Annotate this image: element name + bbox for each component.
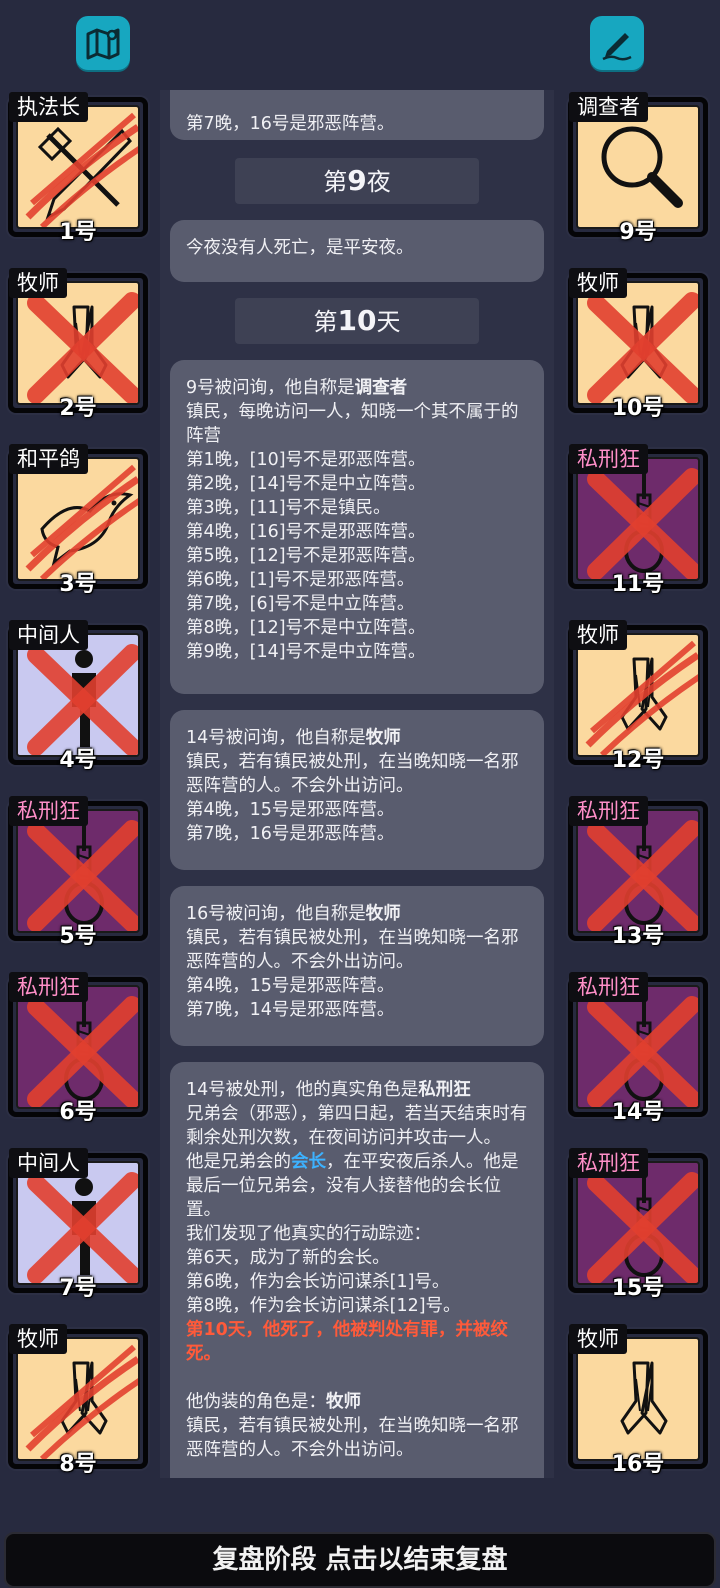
log-message-execution: 14号被处刑，他的真实角色是私刑狂 兄弟会（邪恶），第四日起，若当天结束时有剩余… bbox=[170, 1062, 544, 1478]
player-number: 14号 bbox=[611, 1100, 665, 1125]
player-card[interactable]: 私刑狂 6号 bbox=[8, 972, 148, 1125]
role-tag: 牧师 bbox=[569, 268, 627, 298]
praying-hands-icon bbox=[620, 1361, 668, 1435]
log-message: 今夜没有人死亡，是平安夜。 bbox=[170, 220, 544, 282]
praying-hands-icon bbox=[587, 292, 698, 403]
player-number: 12号 bbox=[611, 748, 665, 773]
player-card[interactable]: 牧师 10号 bbox=[568, 268, 708, 421]
role-tag: 私刑狂 bbox=[9, 972, 88, 1002]
role-tag: 执法长 bbox=[9, 92, 88, 122]
noose-icon bbox=[587, 459, 698, 579]
notes-button[interactable] bbox=[590, 16, 644, 70]
log-message: 9号被问询，他自称是调查者 镇民，每晚访问一人，知晓一个其不属于的阵营 第1晚，… bbox=[170, 360, 544, 694]
role-tag: 牧师 bbox=[569, 620, 627, 650]
death-mark bbox=[25, 464, 138, 579]
player-card[interactable]: 牧师 12号 bbox=[568, 620, 708, 773]
praying-hands-icon bbox=[585, 640, 698, 755]
role-tag: 牧师 bbox=[569, 1324, 627, 1354]
player-number: 11号 bbox=[611, 572, 665, 597]
noose-icon bbox=[587, 987, 698, 1107]
player-card[interactable]: 调查者 9号 bbox=[568, 92, 708, 245]
player-card[interactable]: 私刑狂 11号 bbox=[568, 444, 708, 597]
player-card[interactable]: 执法长 1号 bbox=[8, 92, 148, 245]
role-tag: 私刑狂 bbox=[569, 796, 648, 826]
noose-icon bbox=[587, 1163, 698, 1283]
log-message: 16号被问询，他自称是牧师 镇民，若有镇民被处刑，在当晚知晓一名邪恶阵营的人。不… bbox=[170, 886, 544, 1046]
log-message: 14号被问询，他自称是牧师 镇民，若有镇民被处刑，在当晚知晓一名邪恶阵营的人。不… bbox=[170, 710, 544, 870]
role-link[interactable]: 会长 bbox=[291, 1152, 326, 1172]
map-button[interactable] bbox=[76, 16, 130, 70]
role-tag: 私刑狂 bbox=[569, 444, 648, 474]
log-message-partial: 第7晚，16号是邪恶阵营。 bbox=[170, 90, 544, 140]
player-number: 7号 bbox=[59, 1276, 97, 1301]
role-tag: 中间人 bbox=[9, 620, 88, 650]
player-number: 4号 bbox=[59, 748, 97, 773]
night-header: 第9夜 bbox=[235, 158, 479, 204]
role-tag: 调查者 bbox=[569, 92, 648, 122]
end-review-label: 复盘阶段 点击以结束复盘 bbox=[212, 1545, 508, 1575]
pen-icon bbox=[602, 33, 632, 61]
player-card[interactable]: 中间人 4号 bbox=[8, 620, 148, 773]
player-number: 5号 bbox=[59, 924, 97, 949]
role-tag: 私刑狂 bbox=[9, 796, 88, 826]
player-card[interactable]: 牧师 2号 bbox=[8, 268, 148, 421]
player-number: 9号 bbox=[619, 220, 657, 245]
player-card[interactable]: 私刑狂 5号 bbox=[8, 796, 148, 949]
player-number: 15号 bbox=[611, 1276, 665, 1301]
player-card[interactable]: 私刑狂 15号 bbox=[568, 1148, 708, 1301]
player-number: 3号 bbox=[59, 572, 97, 597]
map-icon bbox=[86, 28, 120, 60]
role-tag: 牧师 bbox=[9, 1324, 67, 1354]
noose-icon bbox=[27, 811, 138, 931]
person-icon bbox=[27, 644, 138, 755]
role-tag: 牧师 bbox=[9, 268, 67, 298]
hammer-sword-icon bbox=[25, 112, 138, 227]
magnifier-icon bbox=[601, 126, 683, 208]
player-card[interactable]: 私刑狂 13号 bbox=[568, 796, 708, 949]
player-card[interactable]: 私刑狂 14号 bbox=[568, 972, 708, 1125]
role-tag: 中间人 bbox=[9, 1148, 88, 1178]
player-card[interactable]: 中间人 7号 bbox=[8, 1148, 148, 1301]
player-number: 8号 bbox=[59, 1452, 97, 1477]
day-header: 第10天 bbox=[235, 298, 479, 344]
end-review-button[interactable]: 复盘阶段 点击以结束复盘 bbox=[4, 1532, 716, 1588]
role-tag: 私刑狂 bbox=[569, 1148, 648, 1178]
death-mark bbox=[27, 292, 138, 403]
person-icon bbox=[27, 1172, 138, 1283]
player-number: 2号 bbox=[59, 396, 97, 421]
game-log[interactable]: 第7晚，16号是邪恶阵营。 第9夜 今夜没有人死亡，是平安夜。 第10天 9号被… bbox=[160, 90, 554, 1478]
player-card[interactable]: 牧师 16号 bbox=[568, 1324, 708, 1477]
player-card[interactable]: 牧师 8号 bbox=[8, 1324, 148, 1477]
player-number: 1号 bbox=[59, 220, 97, 245]
player-number: 10号 bbox=[611, 396, 665, 421]
death-mark bbox=[587, 292, 698, 403]
noose-icon bbox=[27, 987, 138, 1107]
player-number: 6号 bbox=[59, 1100, 97, 1125]
praying-hands-icon bbox=[25, 1344, 138, 1459]
role-tag: 私刑狂 bbox=[569, 972, 648, 1002]
dove-icon bbox=[25, 464, 138, 579]
player-number: 16号 bbox=[611, 1452, 665, 1477]
role-tag: 和平鸽 bbox=[9, 444, 88, 474]
player-number: 13号 bbox=[611, 924, 665, 949]
player-card[interactable]: 和平鸽 3号 bbox=[8, 444, 148, 597]
noose-icon bbox=[587, 811, 698, 931]
praying-hands-icon bbox=[27, 292, 138, 403]
